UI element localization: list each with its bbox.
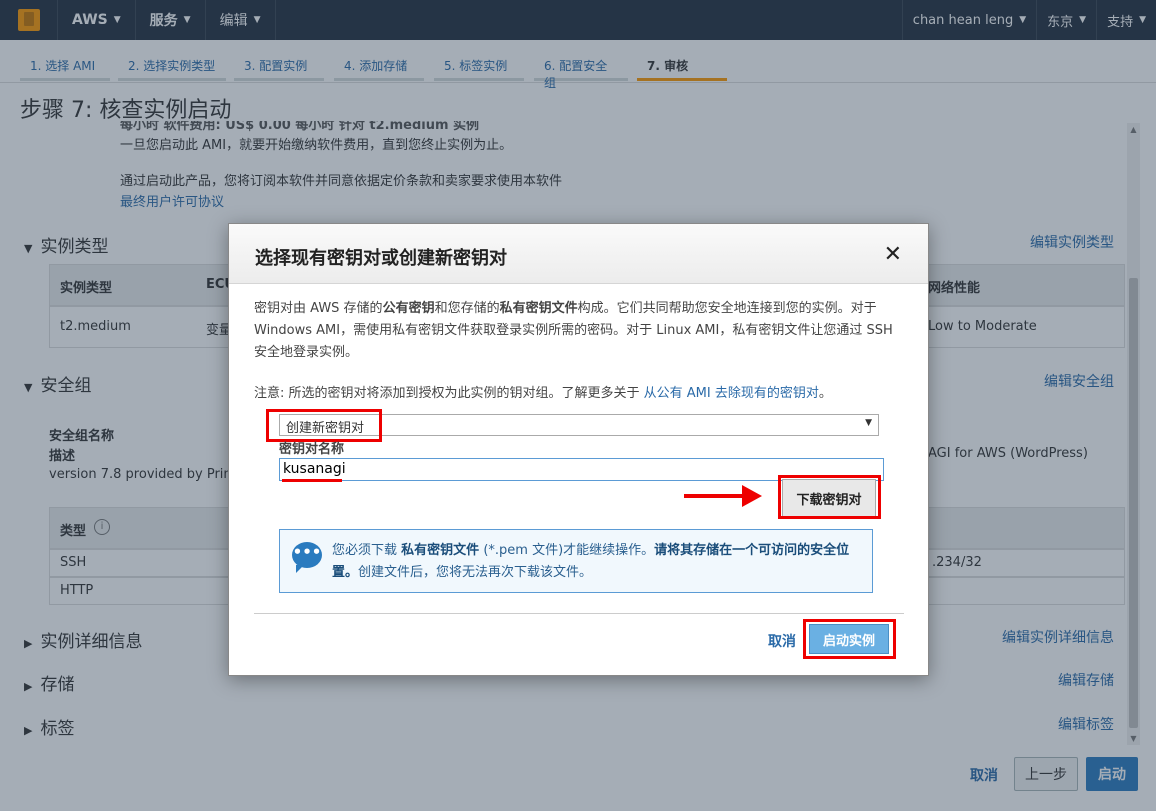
chevron-down-icon: ▼ — [865, 418, 872, 428]
desc-private-key: 私有密钥文件 — [499, 301, 578, 316]
highlight-box — [803, 619, 896, 659]
key-pair-name-label: 密钥对名称 — [279, 442, 345, 457]
highlight-box — [778, 475, 881, 519]
info-alert-text: 您必须下载 私有密钥文件 (*.pem 文件)才能继续操作。请将其存储在一个可访… — [332, 540, 864, 584]
info-private-key: 私有密钥文件 — [401, 543, 480, 558]
dialog-note: 注意: 所选的密钥对将添加到授权为此实例的钥对组。了解更多关于 从公有 AMI … — [254, 382, 832, 401]
info-text: 您必须下载 — [332, 543, 398, 558]
dialog-cancel-link[interactable]: 取消 — [768, 631, 796, 651]
dialog-header: 选择现有密钥对或创建新密钥对 ✕ — [229, 224, 928, 284]
info-alert: ••• 您必须下载 私有密钥文件 (*.pem 文件)才能继续操作。请将其存储在… — [279, 529, 873, 593]
chat-bubble-icon: ••• — [292, 542, 322, 573]
divider — [254, 613, 904, 614]
desc-text: 密钥对由 AWS 存储的 — [254, 301, 383, 316]
info-text: 创建文件后，您将无法再次下载该文件。 — [358, 565, 593, 580]
dialog-description: 密钥对由 AWS 存储的公有密钥和您存储的私有密钥文件构成。它们共同帮助您安全地… — [254, 298, 909, 364]
desc-public-key: 公有密钥 — [382, 301, 435, 316]
key-pair-dialog: 选择现有密钥对或创建新密钥对 ✕ 密钥对由 AWS 存储的公有密钥和您存储的私有… — [228, 223, 929, 676]
arrow-right-icon — [742, 485, 762, 507]
close-icon[interactable]: ✕ — [884, 242, 902, 267]
info-text: (*.pem 文件)才能继续操作。 — [483, 543, 655, 558]
dialog-title: 选择现有密钥对或创建新密钥对 — [255, 248, 507, 269]
desc-text: 和您存储的 — [434, 301, 500, 316]
highlight-underline — [282, 479, 342, 482]
remove-key-pair-link[interactable]: 从公有 AMI 去除现有的密钥对 — [644, 386, 819, 401]
note-end: 。 — [818, 386, 832, 401]
note-text: 注意: 所选的密钥对将添加到授权为此实例的钥对组。了解更多关于 — [254, 386, 640, 401]
annotation-arrow — [684, 494, 744, 498]
